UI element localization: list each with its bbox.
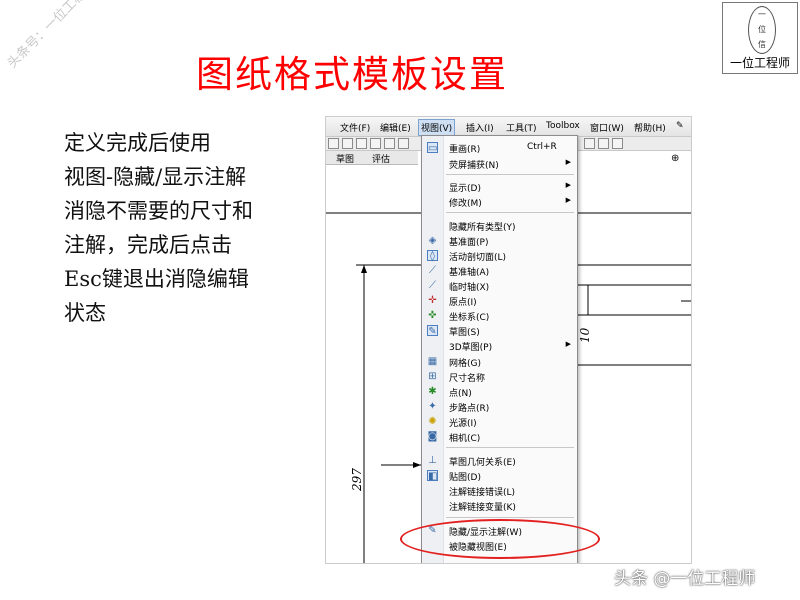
menu-item-annotation-link-errors[interactable]: 注解链接错误(L)	[422, 483, 577, 498]
tab-sketch[interactable]: 草图	[336, 152, 354, 165]
menu-item-temp-axis[interactable]: ⟋ 临时轴(X)	[422, 278, 577, 293]
body-line: 定义完成后使用	[64, 131, 211, 155]
toolbar-tool-icon[interactable]	[384, 138, 395, 149]
menubar: 文件(F) 编辑(E) 视图(V) 插入(I) 工具(T) Toolbox 窗口…	[326, 117, 691, 137]
menu-item-redraw[interactable]: ▭ 重画(R) Ctrl+R	[422, 140, 577, 155]
redraw-icon: ▭	[427, 142, 438, 154]
logo-seal: 一 位 信	[748, 6, 776, 54]
decal-icon: ◧	[427, 470, 438, 482]
menu-window[interactable]: 窗口(W)	[590, 121, 624, 134]
menu-item-display[interactable]: 显示(D) ▶	[422, 179, 577, 194]
route-point-icon: ✦	[428, 401, 437, 412]
section-plane-icon: ◊	[427, 250, 438, 262]
menu-edit[interactable]: 编辑(E)	[380, 121, 411, 134]
dimension-name-icon: ⊞	[428, 371, 437, 382]
menu-separator	[446, 212, 574, 213]
body-line: 消隐不需要的尺寸和	[64, 199, 253, 223]
logo-text: 一位工程师	[729, 56, 790, 70]
toolbar-tool-icon[interactable]	[398, 138, 409, 149]
dimension-10[interactable]: 10	[578, 328, 592, 343]
watermark-top: 头条号：一位工程师	[4, 0, 99, 72]
menu-item-decals[interactable]: ◧ 贴图(D)	[422, 468, 577, 483]
toolbar-tool-icon[interactable]	[342, 138, 353, 149]
menu-help[interactable]: 帮助(H)	[634, 121, 666, 134]
menu-item-axis[interactable]: ⟋ 基准轴(A)	[422, 263, 577, 278]
menu-item-hide-all-types[interactable]: 隐藏所有类型(Y)	[422, 218, 577, 233]
menu-item-annotation-link-variables[interactable]: 注解链接变量(K)	[422, 498, 577, 513]
temp-axis-icon: ⟋	[429, 280, 436, 291]
menu-item-section-plane[interactable]: ◊ 活动剖切面(L)	[422, 248, 577, 263]
toolbar-tool-icon[interactable]	[584, 138, 595, 149]
watermark-bottom: 头条 @一位工程师	[614, 569, 756, 589]
logo: 一 位 信 一位工程师	[722, 2, 798, 74]
table-icon[interactable]	[612, 138, 623, 149]
submenu-arrow-icon: ▶	[565, 340, 571, 348]
menu-item-points[interactable]: ✱ 点(N)	[422, 384, 577, 399]
menu-item-modify[interactable]: 修改(M) ▶	[422, 194, 577, 209]
highlight-ellipse	[400, 519, 600, 559]
menu-file[interactable]: 文件(F)	[340, 121, 370, 134]
menu-item-coordinate-system[interactable]: ✜ 坐标系(C)	[422, 308, 577, 323]
toolbar-tool-icon[interactable]	[328, 138, 339, 149]
menu-separator	[446, 174, 574, 175]
body-line: 状态	[64, 301, 106, 325]
camera-icon: ◙	[427, 431, 438, 442]
app-screenshot: 文件(F) 编辑(E) 视图(V) 插入(I) 工具(T) Toolbox 窗口…	[325, 116, 692, 564]
toolbar-tool-icon[interactable]	[598, 138, 609, 149]
menu-item-grid[interactable]: ▦ 网格(G)	[422, 354, 577, 369]
point-icon: ✱	[428, 386, 437, 397]
plane-icon: ◈	[428, 235, 437, 246]
menu-item-cameras[interactable]: ◙ 相机(C)	[422, 429, 577, 444]
body-text: 定义完成后使用 视图-隐藏/显示注解 消隐不需要的尺寸和 注解，完成后点击 Es…	[64, 126, 314, 330]
light-icon: ✺	[428, 416, 437, 427]
axis-icon: ⟋	[429, 265, 436, 276]
submenu-arrow-icon: ▶	[565, 158, 571, 166]
submenu-arrow-icon: ▶	[565, 181, 571, 189]
body-line: 视图-隐藏/显示注解	[64, 165, 247, 189]
menu-toolbox[interactable]: Toolbox	[546, 121, 580, 131]
menu-item-lights[interactable]: ✺ 光源(I)	[422, 414, 577, 429]
menu-view[interactable]: 视图(V)	[418, 119, 456, 136]
slide: 头条号：一位工程师 一 位 信 一位工程师 图纸格式模板设置 定义完成后使用 视…	[0, 0, 800, 600]
tab-bar: 草图 评估	[326, 151, 418, 165]
coordinate-system-icon: ✜	[428, 310, 437, 321]
menu-item-sketch-relations[interactable]: ⊥ 草图几何关系(E)	[422, 453, 577, 468]
toolbar-tool-icon[interactable]	[370, 138, 381, 149]
dimension-297[interactable]: 297	[350, 468, 364, 491]
slide-title: 图纸格式模板设置	[196, 53, 508, 96]
menu-item-screen-capture[interactable]: 荧屏捕获(N) ▶	[422, 156, 577, 171]
menu-item-plane[interactable]: ◈ 基准面(P)	[422, 233, 577, 248]
menu-item-origin[interactable]: ✛ 原点(I)	[422, 293, 577, 308]
tab-evaluate[interactable]: 评估	[372, 152, 390, 165]
body-line: Esc键退出消隐编辑	[64, 267, 249, 291]
toolbar-tool-icon[interactable]	[356, 138, 367, 149]
menu-separator	[446, 517, 574, 518]
menu-item-route-points[interactable]: ✦ 步路点(R)	[422, 399, 577, 414]
grid-icon: ▦	[427, 356, 438, 367]
menu-item-dimension-names[interactable]: ⊞ 尺寸名称	[422, 369, 577, 384]
menu-item-sketch[interactable]: ✎ 草图(S)	[422, 323, 577, 338]
menu-tools[interactable]: 工具(T)	[506, 121, 537, 134]
menu-insert[interactable]: 插入(I)	[466, 121, 494, 134]
menu-separator	[446, 447, 574, 448]
pin-icon[interactable]: ✎	[676, 121, 684, 131]
origin-icon: ✛	[428, 295, 437, 306]
view-menu-dropdown: ▭ 重画(R) Ctrl+R 荧屏捕获(N) ▶ 显示(D) ▶ 修改(M) ▶…	[421, 135, 578, 563]
sketch-icon: ✎	[427, 325, 438, 337]
submenu-arrow-icon: ▶	[565, 196, 571, 204]
body-line: 注解，完成后点击	[64, 233, 232, 257]
sketch-relations-icon: ⊥	[428, 455, 437, 466]
menu-item-3d-sketch[interactable]: 3D草图(P) ▶	[422, 338, 577, 353]
